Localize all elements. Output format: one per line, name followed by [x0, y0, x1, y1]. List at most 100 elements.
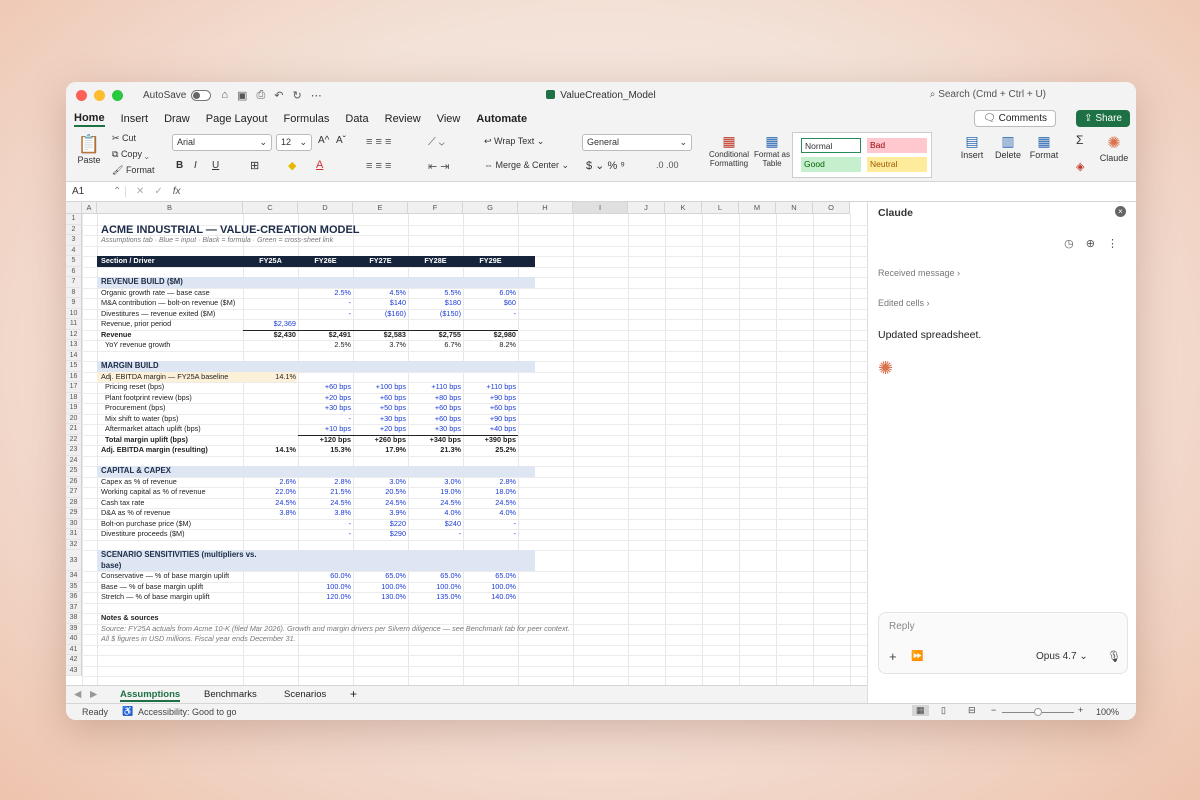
value-cell[interactable]: 65.0%: [353, 571, 408, 582]
value-cell[interactable]: 2.6%: [243, 477, 298, 488]
value-cell[interactable]: 3.0%: [408, 477, 463, 488]
style-normal[interactable]: Normal: [801, 138, 861, 153]
row-header[interactable]: 25: [66, 466, 82, 477]
value-cell[interactable]: 140.0%: [463, 592, 518, 603]
value-cell[interactable]: 14.1%: [243, 372, 298, 383]
tab-home[interactable]: Home: [74, 112, 105, 127]
column-header[interactable]: A: [82, 202, 97, 214]
row-header[interactable]: 17: [66, 382, 82, 393]
add-attachment-icon[interactable]: +: [889, 649, 897, 664]
value-cell[interactable]: -: [463, 529, 518, 540]
column-header[interactable]: J: [628, 202, 665, 214]
row-label[interactable]: Adj. EBITDA margin — FY25A baseline: [99, 372, 230, 383]
more-icon[interactable]: ⋯: [311, 89, 322, 102]
tab-draw[interactable]: Draw: [164, 113, 190, 125]
column-header[interactable]: I: [573, 202, 628, 214]
value-cell[interactable]: 14.1%: [243, 445, 298, 456]
row-header[interactable]: 38: [66, 613, 82, 624]
received-message-link[interactable]: Received message ›: [878, 268, 960, 278]
value-cell[interactable]: +20 bps: [353, 424, 408, 435]
value-cell[interactable]: 130.0%: [353, 592, 408, 603]
column-header[interactable]: F: [408, 202, 463, 214]
row-label[interactable]: Divestiture proceeds ($M): [99, 529, 187, 540]
value-cell[interactable]: +20 bps: [298, 393, 353, 404]
row-label[interactable]: M&A contribution — bolt-on revenue ($M): [99, 298, 237, 309]
grow-font-button[interactable]: A^: [318, 135, 329, 146]
shrink-font-button[interactable]: Aˇ: [336, 135, 346, 146]
row-header[interactable]: 8: [66, 287, 82, 298]
row-header[interactable]: 33: [66, 550, 82, 571]
row-label[interactable]: Plant footprint review (bps): [103, 393, 194, 404]
table-header-cell[interactable]: FY28E: [408, 256, 463, 267]
row-header[interactable]: 1: [66, 214, 82, 225]
value-cell[interactable]: 2.8%: [298, 477, 353, 488]
model-selector[interactable]: Opus 4.7 ⌄: [1036, 651, 1088, 662]
table-header-cell[interactable]: FY27E: [353, 256, 408, 267]
value-cell[interactable]: 6.7%: [408, 340, 463, 351]
value-cell[interactable]: +50 bps: [353, 403, 408, 414]
value-cell[interactable]: 2.5%: [298, 340, 353, 351]
zoom-out-icon[interactable]: −: [991, 705, 996, 715]
row-header[interactable]: 37: [66, 602, 82, 613]
style-neutral[interactable]: Neutral: [867, 157, 927, 172]
underline-button[interactable]: U: [212, 160, 219, 171]
value-cell[interactable]: 22.0%: [243, 487, 298, 498]
value-cell[interactable]: +60 bps: [408, 414, 463, 425]
italic-button[interactable]: I: [194, 160, 197, 171]
column-header[interactable]: B: [97, 202, 243, 214]
row-header[interactable]: 29: [66, 508, 82, 519]
value-cell[interactable]: $180: [408, 298, 463, 309]
column-header[interactable]: D: [298, 202, 353, 214]
row-header[interactable]: 36: [66, 592, 82, 603]
value-cell[interactable]: -: [463, 519, 518, 530]
value-cell[interactable]: 4.5%: [353, 288, 408, 299]
row-header[interactable]: 42: [66, 655, 82, 666]
tab-formulas[interactable]: Formulas: [284, 113, 330, 125]
value-cell[interactable]: 21.3%: [408, 445, 463, 456]
paste-button[interactable]: 📋 Paste: [74, 134, 104, 165]
row-header[interactable]: 26: [66, 476, 82, 487]
value-cell[interactable]: 24.5%: [298, 498, 353, 509]
format-as-table-button[interactable]: ▦ Format as Table: [754, 133, 790, 168]
table-header-cell[interactable]: Section / Driver: [99, 256, 157, 267]
value-cell[interactable]: 25.2%: [463, 445, 518, 456]
value-cell[interactable]: -: [298, 309, 353, 320]
zoom-slider-handle[interactable]: [1034, 708, 1042, 716]
row-label[interactable]: Stretch — % of base margin uplift: [99, 592, 212, 603]
row-label[interactable]: Total margin uplift (bps): [103, 435, 190, 446]
row-header[interactable]: 10: [66, 308, 82, 319]
font-name-select[interactable]: Arial ⌄: [172, 134, 272, 151]
align-top-icon[interactable]: ≡ ≡ ≡: [366, 136, 391, 148]
value-cell[interactable]: 120.0%: [298, 592, 353, 603]
value-cell[interactable]: $60: [463, 298, 518, 309]
row-header[interactable]: 27: [66, 487, 82, 498]
tab-review[interactable]: Review: [385, 113, 421, 125]
value-cell[interactable]: 24.5%: [408, 498, 463, 509]
autosum-icon[interactable]: Σ: [1076, 133, 1083, 147]
row-header[interactable]: 4: [66, 245, 82, 256]
value-cell[interactable]: 100.0%: [353, 582, 408, 593]
row-header[interactable]: 12: [66, 329, 82, 340]
fx-icon[interactable]: fx: [173, 186, 181, 197]
delete-cells-button[interactable]: ▥ Delete: [992, 133, 1024, 160]
row-header[interactable]: 22: [66, 434, 82, 445]
column-header[interactable]: N: [776, 202, 813, 214]
value-cell[interactable]: +60 bps: [353, 393, 408, 404]
edited-cells-link[interactable]: Edited cells ›: [878, 298, 930, 308]
value-cell[interactable]: 6.0%: [463, 288, 518, 299]
zoom-window-button[interactable]: [112, 89, 123, 101]
value-cell[interactable]: +390 bps: [463, 435, 518, 446]
style-good[interactable]: Good: [801, 157, 861, 172]
value-cell[interactable]: 3.0%: [353, 477, 408, 488]
tab-page-layout[interactable]: Page Layout: [206, 113, 268, 125]
value-cell[interactable]: 24.5%: [463, 498, 518, 509]
row-header[interactable]: 9: [66, 298, 82, 309]
row-label[interactable]: YoY revenue growth: [103, 340, 172, 351]
row-label[interactable]: Adj. EBITDA margin (resulting): [99, 445, 210, 456]
normal-view-icon[interactable]: ▦: [912, 705, 929, 716]
undo-icon[interactable]: ↶: [274, 89, 283, 102]
confirm-icon[interactable]: ✓: [154, 186, 162, 197]
value-cell[interactable]: 100.0%: [408, 582, 463, 593]
clear-icon[interactable]: ◈: [1076, 160, 1084, 173]
sheet-tab-assumptions[interactable]: Assumptions: [120, 689, 181, 702]
